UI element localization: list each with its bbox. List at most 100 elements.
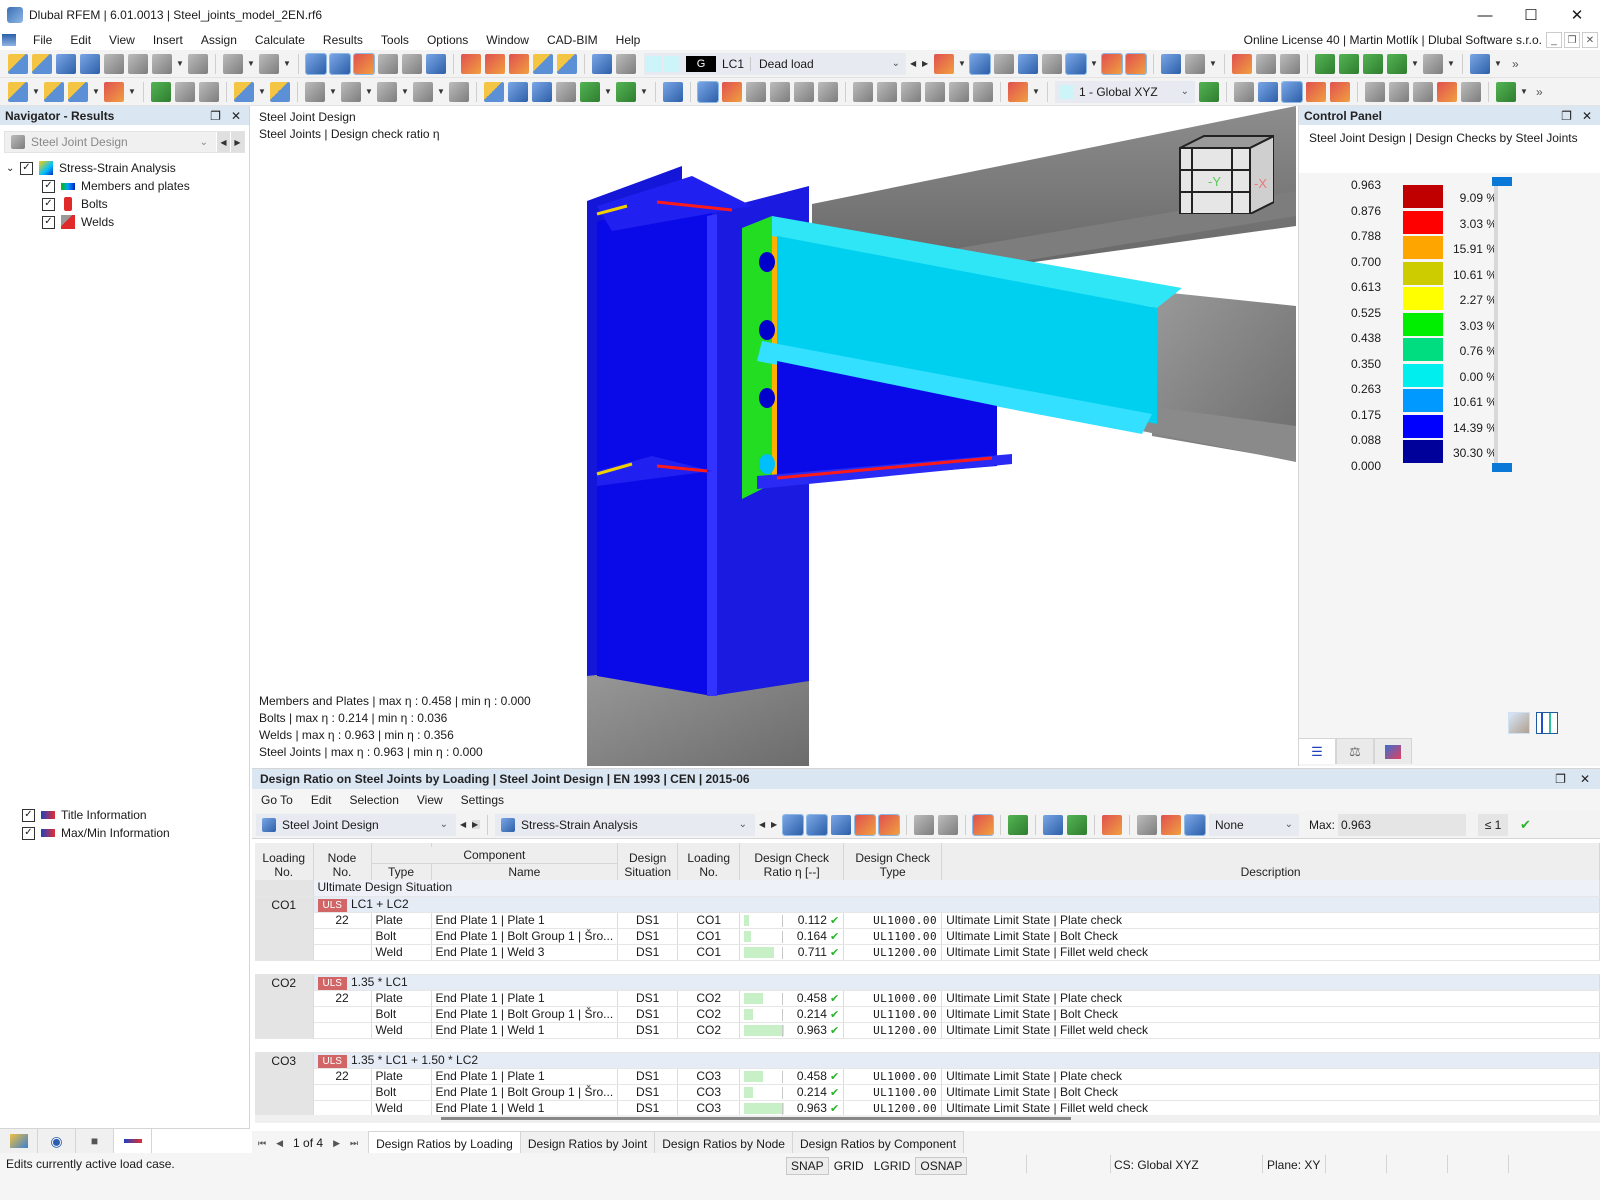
group-header-row[interactable]: CO3 ULS 1.35 * LC1 + 1.50 * LC2 (255, 1052, 1600, 1117)
table-row[interactable]: 22 Plate End Plate 1 | Plate 1 DS1 CO1 0.112 … (255, 912, 1600, 929)
diagram-4-icon[interactable] (925, 81, 945, 102)
tree-item-welds[interactable]: ✓ Welds (0, 213, 249, 231)
support-icon[interactable] (151, 81, 171, 102)
filter-select[interactable]: None ⌄ (1209, 813, 1299, 836)
surface-icon[interactable] (104, 81, 124, 102)
measure-icon[interactable] (556, 81, 576, 102)
navigator-toggle-icon[interactable] (305, 52, 327, 75)
zoom-fit-icon[interactable] (557, 53, 577, 74)
chevron-down-icon[interactable]: ▼ (1494, 59, 1502, 68)
zoom-all-icon[interactable] (533, 53, 553, 74)
menu-calculate[interactable]: Calculate (246, 30, 314, 50)
diagram-3-icon[interactable] (901, 81, 921, 102)
chevron-down-icon[interactable]: ▼ (283, 59, 291, 68)
microscope-icon[interactable] (1423, 53, 1443, 74)
clear-selection-icon[interactable] (1102, 814, 1122, 835)
ratio-bars-icon[interactable] (972, 813, 994, 836)
tab-display-icon[interactable]: ◉ (38, 1129, 76, 1153)
color-scale-toggle-icon[interactable] (1536, 712, 1558, 734)
last-page-button[interactable]: ⏭ (350, 1138, 358, 1149)
dimension-icon[interactable] (234, 81, 254, 102)
chevron-down-icon[interactable]: ▼ (1209, 59, 1217, 68)
solid-icon[interactable] (305, 81, 325, 102)
table-row[interactable]: 22 Plate End Plate 1 | Plate 1 DS1 CO3 0.458 … (255, 1068, 1600, 1085)
render-transparent-icon[interactable] (1330, 81, 1350, 102)
close-icon[interactable]: ✕ (231, 109, 241, 123)
horizontal-scrollbar[interactable] (255, 1115, 1600, 1123)
line-result-icon[interactable] (818, 81, 838, 102)
legend-range-slider[interactable] (1492, 177, 1512, 472)
chevron-down-icon[interactable]: ▼ (1032, 87, 1040, 96)
scale-icon[interactable] (1185, 53, 1205, 74)
menu-insert[interactable]: Insert (144, 30, 192, 50)
col-type[interactable]: Type (371, 863, 432, 880)
tab-design-ratios-by-node[interactable]: Design Ratios by Node (654, 1131, 793, 1155)
surface-support-icon[interactable] (199, 81, 219, 102)
node-icon[interactable] (8, 81, 28, 102)
deformation-icon[interactable] (722, 81, 742, 102)
menu-assign[interactable]: Assign (192, 30, 246, 50)
surface-result-icon[interactable] (746, 81, 766, 102)
table-menu-goto[interactable]: Go To (252, 793, 302, 807)
chevron-down-icon[interactable]: ⌄ (1285, 819, 1293, 830)
report-view-icon[interactable] (1496, 81, 1516, 102)
report-icon[interactable] (188, 53, 208, 74)
tab-balance-icon[interactable]: ⚖ (1336, 738, 1374, 764)
menu-window[interactable]: Window (477, 30, 538, 50)
menu-file[interactable]: File (24, 30, 61, 50)
edit-box-icon[interactable] (1280, 53, 1300, 74)
visibility-filter-icon[interactable] (663, 81, 683, 102)
close-button[interactable]: ✕ (1554, 0, 1600, 30)
chevron-down-icon[interactable]: ▼ (401, 87, 409, 96)
load-values-icon[interactable] (1042, 53, 1062, 74)
document-icon[interactable] (2, 34, 16, 46)
comment-icon[interactable] (270, 81, 290, 102)
col-ratio[interactable]: Design Check Ratio η [--] (739, 847, 845, 880)
frame-result-icon[interactable] (697, 80, 719, 103)
load-generator-icon[interactable] (616, 81, 636, 102)
table-menu-settings[interactable]: Settings (452, 793, 513, 807)
previous-arrow[interactable]: ◀ (460, 820, 468, 829)
close-icon[interactable]: ✕ (1582, 109, 1592, 123)
tab-color-scale-icon[interactable]: ☰ (1298, 738, 1336, 764)
slider-min-handle[interactable] (1492, 463, 1512, 472)
control-panel-toggle-icon[interactable] (353, 52, 375, 75)
line-support-icon[interactable] (175, 81, 195, 102)
search-delete-icon[interactable] (1232, 53, 1252, 74)
filter-remove-icon[interactable] (934, 53, 954, 74)
table-row[interactable]: Weld End Plate 1 | Weld 3 DS1 CO1 0.711 ✔ UL1… (255, 944, 1600, 961)
member-icon[interactable] (68, 81, 88, 102)
module-select[interactable]: Steel Joint Design ⌄ (256, 813, 456, 836)
table-row[interactable]: Bolt End Plate 1 | Bolt Group 1 | Šro... D… (255, 1006, 1600, 1023)
delete-icon[interactable] (1437, 81, 1457, 102)
col-loading-no[interactable]: Loading No. (255, 847, 314, 880)
slider-max-handle[interactable] (1492, 177, 1512, 186)
option-maxmin-information[interactable]: ✓ Max/Min Information (0, 824, 250, 842)
tree-item-bolts[interactable]: ✓ Bolts (0, 195, 249, 213)
grid-toggle[interactable]: GRID (829, 1157, 869, 1175)
menu-view[interactable]: View (100, 30, 144, 50)
scrollbar-thumb[interactable] (441, 1117, 1071, 1120)
render-solid-icon[interactable] (1281, 80, 1303, 103)
next-arrow[interactable]: ▶ (472, 820, 480, 829)
chevron-down-icon[interactable]: ⌄ (892, 58, 900, 69)
col-check-type[interactable]: Design Check Type (843, 847, 943, 880)
chevron-down-icon[interactable]: ▼ (640, 87, 648, 96)
chevron-down-icon[interactable]: ▼ (604, 87, 612, 96)
animation-icon[interactable] (1161, 53, 1181, 74)
show-results-icon[interactable] (969, 52, 991, 75)
view-x-icon[interactable] (1315, 53, 1335, 74)
tab-views-icon[interactable]: ■ (76, 1129, 114, 1153)
grid-dots-icon[interactable] (1234, 81, 1254, 102)
open-icon[interactable] (32, 53, 52, 74)
chevron-down-icon[interactable]: ▼ (958, 59, 966, 68)
limit-button[interactable]: ≤ 1 (1478, 813, 1509, 836)
col-name[interactable]: Name (431, 863, 619, 880)
tab-design-ratios-by-loading[interactable]: Design Ratios by Loading (368, 1131, 521, 1155)
tab-data-icon[interactable] (0, 1129, 38, 1153)
table-row[interactable]: Bolt End Plate 1 | Bolt Group 1 | Šro... D… (255, 928, 1600, 945)
tab-design-ratios-by-component[interactable]: Design Ratios by Component (791, 1131, 965, 1155)
line-icon[interactable] (44, 81, 64, 102)
snap-toggle[interactable]: SNAP (786, 1157, 829, 1175)
snap-node-icon[interactable] (484, 81, 504, 102)
